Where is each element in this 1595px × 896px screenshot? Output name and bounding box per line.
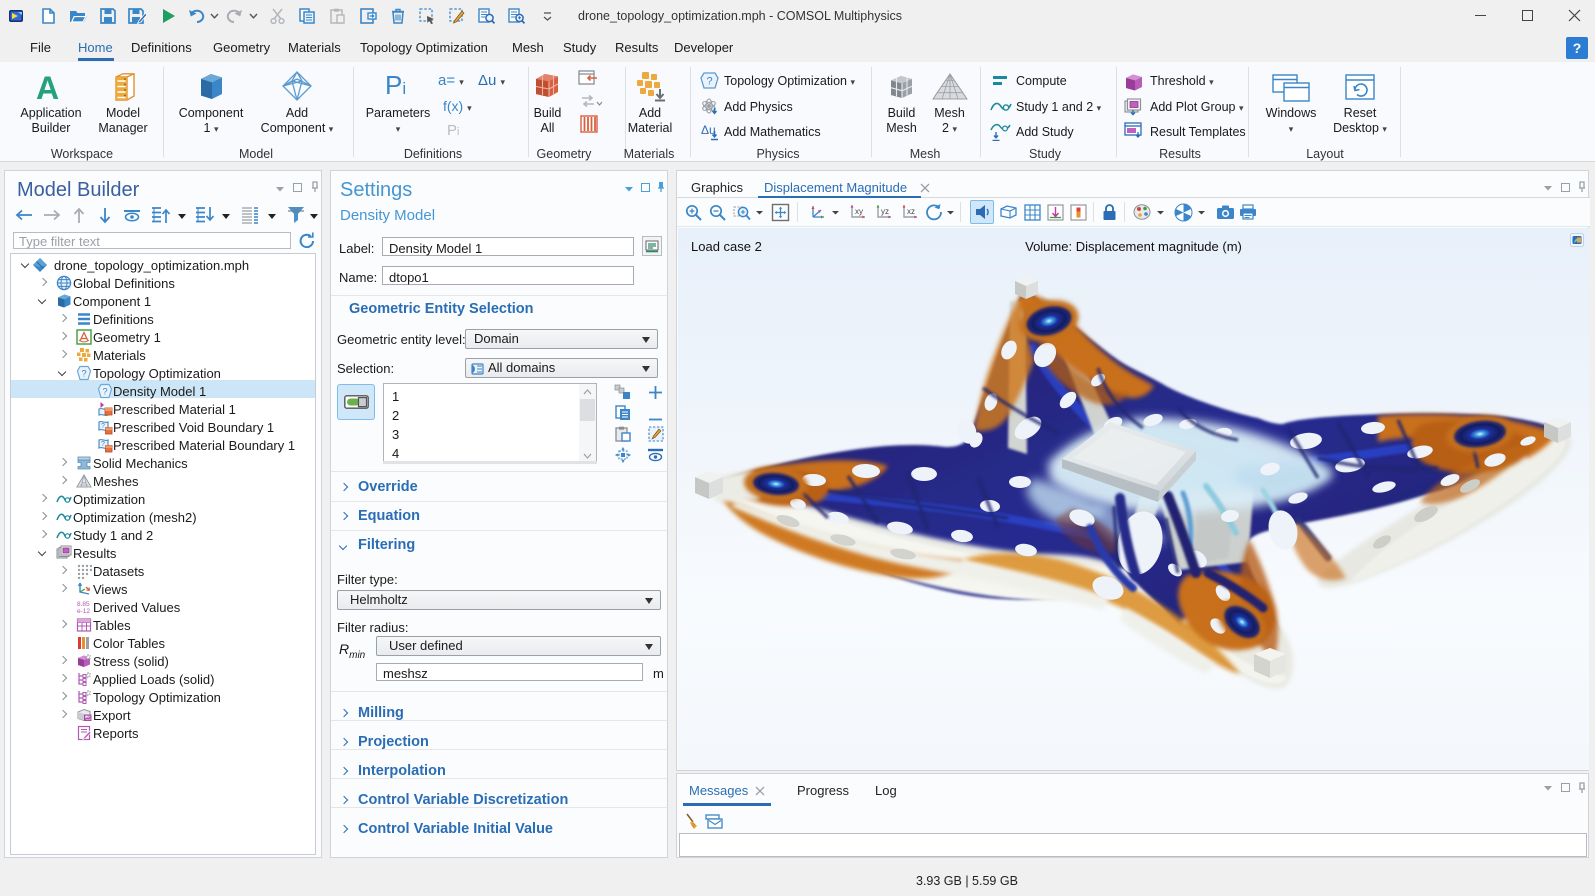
svg-text:yz: yz	[881, 207, 889, 216]
svg-text:xy: xy	[855, 207, 863, 216]
svg-text:?: ?	[706, 76, 712, 88]
svg-text:xz: xz	[907, 207, 915, 216]
